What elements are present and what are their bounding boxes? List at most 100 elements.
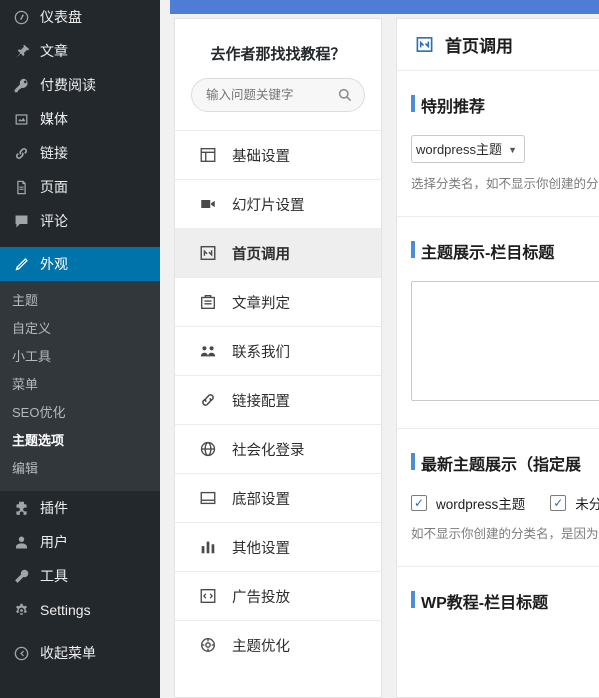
panel-nav-label: 广告投放 — [232, 589, 290, 606]
key-icon — [11, 75, 31, 95]
globe-icon — [197, 438, 219, 460]
chain-icon — [197, 389, 219, 411]
menu-separator — [0, 238, 160, 247]
category-select[interactable]: wordpress主题 — [411, 135, 525, 163]
sidebar-item-label: 页面 — [40, 179, 68, 195]
category-select-wrap[interactable]: wordpress主题 ▼ — [411, 135, 525, 163]
sidebar-item-label: 插件 — [40, 500, 68, 516]
sidebar-item-label: 收起菜单 — [40, 645, 96, 661]
sidebar-item-label: 仪表盘 — [40, 9, 82, 25]
sidebar-item-label: 工具 — [40, 568, 68, 584]
checkbox-label: 未分类 — [575, 496, 599, 512]
panel-nav-item-other[interactable]: 其他设置 — [175, 522, 381, 571]
panel-nav-label: 首页调用 — [232, 246, 290, 263]
panel-nav-item-social-login[interactable]: 社会化登录 — [175, 424, 381, 473]
sidebar-item-media[interactable]: 媒体 — [0, 102, 160, 136]
sidebar-item-users[interactable]: 用户 — [0, 525, 160, 559]
search-box[interactable] — [191, 78, 365, 112]
sidebar-item-appearance[interactable]: 外观 — [0, 247, 168, 281]
submenu-item-seo[interactable]: SEO优化 — [0, 399, 160, 427]
section-body: ✓ wordpress主题 ✓ 未分类 如不显示你创建的分类名，是因为你 — [397, 493, 599, 566]
submenu-item-editor[interactable]: 编辑 — [0, 455, 160, 483]
section-title: 主题展示-栏目标题 — [397, 239, 599, 263]
footer-icon — [197, 487, 219, 509]
sidebar-item-label: 媒体 — [40, 111, 68, 127]
search-icon[interactable] — [337, 87, 353, 108]
submenu-item-widgets[interactable]: 小工具 — [0, 343, 160, 371]
sidebar-item-tools[interactable]: 工具 — [0, 559, 160, 593]
page-icon — [11, 177, 31, 197]
main-content: 去作者那找找教程？ 基础设置 — [160, 0, 599, 698]
submenu-item-themes[interactable]: 主题 — [0, 287, 160, 315]
panel-nav-label: 主题优化 — [232, 638, 290, 655]
panel-nav-label: 底部设置 — [232, 491, 290, 508]
sidebar-item-collapse-menu[interactable]: 收起菜单 — [0, 636, 160, 670]
sidebar-item-label: 外观 — [40, 256, 68, 272]
checkbox-wordpress-theme[interactable]: ✓ — [411, 494, 427, 511]
gear-icon — [11, 600, 31, 620]
section-wp-tutorial-title: WP教程-栏目标题 — [397, 567, 599, 613]
sidebar-item-comments[interactable]: 评论 — [0, 204, 160, 238]
panel-nav-item-ads[interactable]: 广告投放 — [175, 571, 381, 620]
theme-options-panel: 去作者那找找教程？ 基础设置 — [174, 18, 382, 698]
section-body — [397, 280, 599, 428]
panel-nav-item-footer[interactable]: 底部设置 — [175, 473, 381, 522]
link-icon — [11, 143, 31, 163]
panel-nav-item-basic[interactable]: 基础设置 — [175, 130, 381, 179]
comment-icon — [11, 211, 31, 231]
section-hint: 选择分类名，如不显示你创建的分类 — [411, 177, 599, 191]
collapse-icon — [11, 643, 31, 663]
screen: 仪表盘 文章 付费阅读 媒体 链接 页面 评论 外观 主题 自定义 小工具 菜单… — [0, 0, 599, 698]
sidebar-item-posts[interactable]: 文章 — [0, 34, 160, 68]
section-title: WP教程-栏目标题 — [397, 589, 599, 613]
media-icon — [11, 109, 31, 129]
section-featured: 特别推荐 wordpress主题 ▼ 选择分类名，如不显示你创建的分类 — [397, 71, 599, 216]
plugin-icon — [11, 498, 31, 518]
grid-icon — [197, 144, 219, 166]
section-title: 特别推荐 — [397, 93, 599, 117]
contact-icon — [197, 340, 219, 362]
panel-nav-label: 基础设置 — [232, 148, 290, 165]
sidebar-item-label: 文章 — [40, 43, 68, 59]
settings-column: 首页调用 特别推荐 wordpress主题 ▼ 选择分类名，如不显示你创建的分类 — [396, 18, 599, 698]
category-checkbox-row: ✓ wordpress主题 ✓ 未分类 — [411, 493, 599, 513]
panel-nav-label: 文章判定 — [232, 295, 290, 312]
sidebar-item-label: 评论 — [40, 213, 68, 229]
section-latest-themes: 最新主题展示（指定展 ✓ wordpress主题 ✓ 未分类 如不显示你创建的分… — [397, 429, 599, 566]
panel-nav-item-article[interactable]: 文章判定 — [175, 277, 381, 326]
section-theme-showcase-title: 主题展示-栏目标题 — [397, 217, 599, 428]
submenu-item-menus[interactable]: 菜单 — [0, 371, 160, 399]
video-icon — [197, 193, 219, 215]
settings-header: 首页调用 — [397, 19, 599, 71]
submenu-item-customize[interactable]: 自定义 — [0, 315, 160, 343]
sidebar-item-pages[interactable]: 页面 — [0, 170, 160, 204]
appearance-submenu: 主题 自定义 小工具 菜单 SEO优化 主题选项 编辑 — [0, 281, 160, 491]
dashboard-icon — [11, 7, 31, 27]
panel-nav-item-contact[interactable]: 联系我们 — [175, 326, 381, 375]
sidebar-item-settings[interactable]: Settings — [0, 593, 160, 627]
panel-title: 去作者那找找教程？ — [210, 46, 346, 63]
panel-nav-label: 链接配置 — [232, 393, 290, 410]
sidebar-item-label: 用户 — [40, 534, 68, 550]
sidebar-item-label: 付费阅读 — [40, 77, 96, 93]
sidebar-item-plugins[interactable]: 插件 — [0, 491, 160, 525]
pin-icon — [11, 41, 31, 61]
panel-nav-item-optimize[interactable]: 主题优化 — [175, 620, 381, 669]
panel-nav-item-home-call[interactable]: 首页调用 — [175, 228, 381, 277]
sidebar-item-links[interactable]: 链接 — [0, 136, 160, 170]
panel-nav-item-link-config[interactable]: 链接配置 — [175, 375, 381, 424]
section-hint: 如不显示你创建的分类名，是因为你 — [411, 526, 599, 541]
home-call-icon — [415, 35, 434, 54]
settings-title: 首页调用 — [445, 37, 513, 56]
sidebar-item-dashboard[interactable]: 仪表盘 — [0, 0, 160, 34]
theme-showcase-textarea[interactable] — [411, 280, 599, 401]
panel-nav-label: 社会化登录 — [232, 442, 305, 459]
sidebar-item-paid-reading[interactable]: 付费阅读 — [0, 68, 160, 102]
section-body: wordpress主题 ▼ 选择分类名，如不显示你创建的分类 — [397, 135, 599, 216]
article-icon — [197, 291, 219, 313]
submenu-item-theme-options[interactable]: 主题选项 — [0, 427, 160, 455]
panel-search-row — [175, 78, 381, 130]
panel-nav-item-slider[interactable]: 幻灯片设置 — [175, 179, 381, 228]
bars-icon — [197, 536, 219, 558]
checkbox-uncategorized[interactable]: ✓ — [550, 494, 567, 511]
